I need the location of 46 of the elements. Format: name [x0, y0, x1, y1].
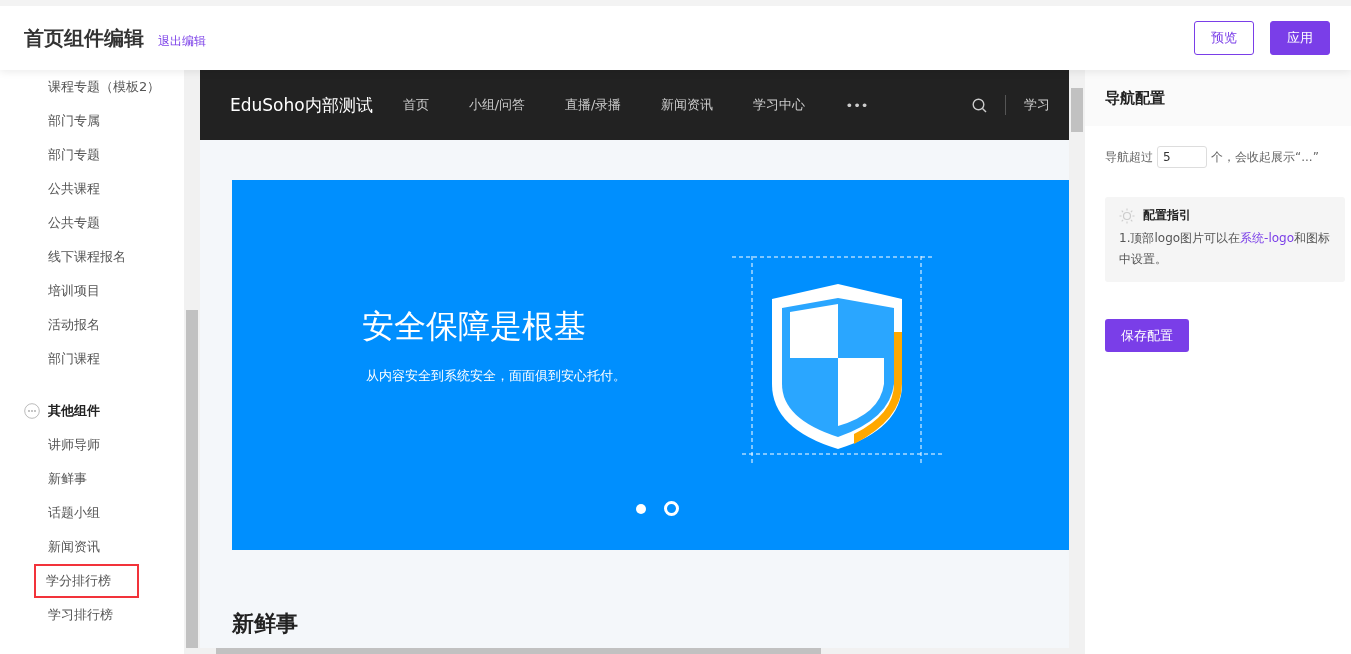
- page-title: 首页组件编辑: [24, 24, 144, 52]
- component-item[interactable]: 部门专属: [0, 104, 184, 138]
- exit-edit-link[interactable]: 退出编辑: [158, 32, 206, 50]
- nav-link[interactable]: 直播/录播: [565, 96, 622, 114]
- section-title: 新鲜事: [232, 610, 299, 638]
- system-logo-link[interactable]: 系统-logo: [1240, 231, 1295, 245]
- more-icon: [24, 403, 40, 419]
- component-item[interactable]: 培训项目: [0, 274, 184, 308]
- bulb-icon: [1119, 207, 1135, 224]
- field-label: 导航超过: [1105, 148, 1153, 166]
- component-item[interactable]: 话题小组: [0, 496, 184, 530]
- carousel-dot[interactable]: [636, 503, 646, 514]
- component-item[interactable]: 部门课程: [0, 342, 184, 376]
- nav-limit-field[interactable]: 5: [1157, 146, 1207, 168]
- scrollbar[interactable]: [1069, 70, 1085, 654]
- nav-link[interactable]: •••: [845, 97, 869, 113]
- component-item[interactable]: 课程专题（模板2）: [0, 70, 184, 104]
- component-item[interactable]: 学习排行榜: [0, 598, 184, 632]
- nav-link[interactable]: 学习: [1024, 96, 1050, 114]
- group-title: 其他组件: [48, 402, 100, 420]
- nav-link[interactable]: 新闻资讯: [661, 96, 714, 114]
- site-name: EduSoho内部测试: [230, 93, 373, 117]
- component-item[interactable]: 公共专题: [0, 206, 184, 240]
- search-icon[interactable]: [972, 97, 987, 113]
- save-config-button[interactable]: 保存配置: [1105, 319, 1189, 352]
- component-item[interactable]: 线下课程报名: [0, 240, 184, 274]
- component-item[interactable]: 讲师导师: [0, 428, 184, 462]
- component-item[interactable]: 新鲜事: [0, 462, 184, 496]
- nav-link[interactable]: 首页: [402, 96, 429, 114]
- panel-title: 导航配置: [1105, 88, 1165, 108]
- scrollbar[interactable]: [184, 70, 200, 654]
- component-item[interactable]: 公共课程: [0, 172, 184, 206]
- nav-link[interactable]: 学习中心: [753, 96, 806, 114]
- banner-subtitle: 从内容安全到系统安全，面面俱到安心托付。: [365, 367, 627, 385]
- field-label: 个，会收起展示“...”: [1211, 148, 1319, 166]
- component-item[interactable]: 学分排行榜: [34, 564, 139, 598]
- guide-title: 配置指引: [1143, 207, 1191, 224]
- component-item[interactable]: 新闻资讯: [0, 530, 184, 564]
- carousel-dot[interactable]: [664, 501, 679, 516]
- banner-title: 安全保障是根基: [362, 306, 587, 347]
- preview-button[interactable]: 预览: [1194, 21, 1254, 55]
- apply-button[interactable]: 应用: [1270, 21, 1330, 55]
- nav-link[interactable]: 小组/问答: [468, 96, 526, 114]
- component-item[interactable]: 活动报名: [0, 308, 184, 342]
- component-item[interactable]: 部门专题: [0, 138, 184, 172]
- guide-text: 1.顶部logo图片可以在系统-logo和图标中设置。: [1119, 230, 1331, 268]
